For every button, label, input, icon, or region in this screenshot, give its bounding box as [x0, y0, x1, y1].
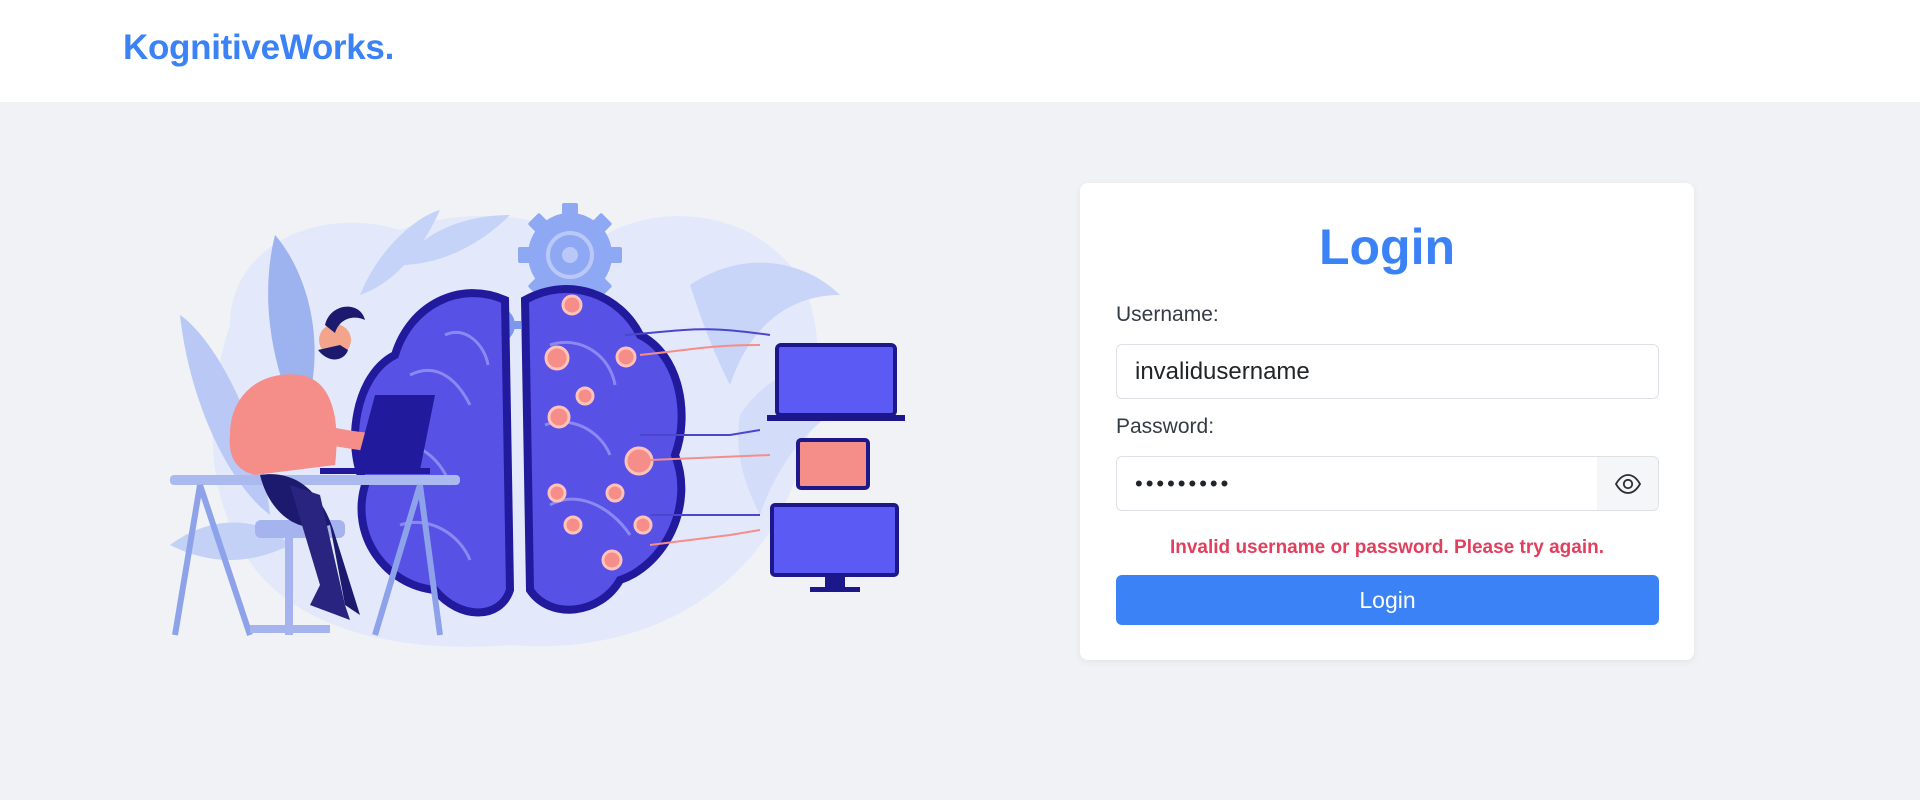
eye-icon [1614, 473, 1641, 494]
login-title: Login [1318, 219, 1456, 275]
brand-logo[interactable]: KognitiveWorks. [123, 28, 394, 68]
tablet-device-icon [796, 438, 870, 490]
password-label: Password: [1116, 415, 1215, 438]
login-submit-button[interactable]: Login [1116, 575, 1659, 625]
laptop-device-icon [767, 343, 905, 421]
brain-computer-illustration [170, 203, 905, 647]
error-message: Invalid username or password. Please try… [1169, 537, 1604, 558]
monitor-device-icon [770, 503, 899, 592]
navbar: KognitiveWorks. [0, 0, 1920, 102]
username-input[interactable] [1116, 344, 1659, 399]
toggle-password-visibility-button[interactable] [1597, 456, 1659, 511]
username-label: Username: [1116, 303, 1219, 326]
password-input[interactable] [1116, 456, 1598, 511]
